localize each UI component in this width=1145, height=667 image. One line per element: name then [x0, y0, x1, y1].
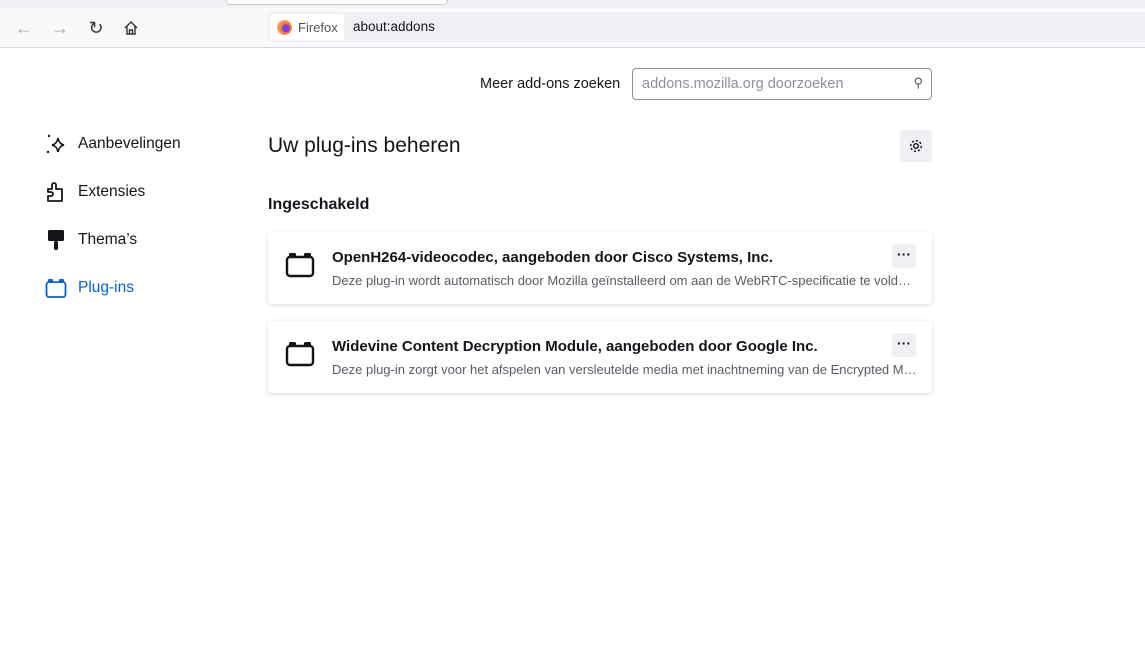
plugin-name[interactable]: OpenH264-videocodec, aangeboden door Cis… [332, 249, 773, 266]
sidebar-item-label: Extensies [78, 183, 146, 200]
plugin-card[interactable]: Widevine Content Decryption Module, aang… [268, 321, 932, 393]
paintbrush-icon [48, 230, 64, 250]
identity-box[interactable]: Firefox [270, 14, 344, 40]
firefox-logo-icon [277, 19, 292, 35]
plugin-icon [45, 279, 67, 298]
addons-search-input[interactable]: addons.mozilla.org doorzoeken ⚲ [632, 68, 932, 100]
back-icon[interactable]: ← [13, 17, 35, 39]
more-options-button[interactable]: ··· [892, 333, 916, 357]
identity-label: Firefox [298, 19, 338, 35]
sidebar-item-recommendations[interactable]: Aanbevelingen [45, 133, 181, 155]
sparkle-icon [46, 134, 65, 154]
tab-strip [0, 0, 1145, 8]
search-icon: ⚲ [913, 75, 923, 90]
sidebar-item-plugins[interactable]: Plug-ins [45, 277, 134, 299]
plugin-name[interactable]: Widevine Content Decryption Module, aang… [332, 338, 818, 355]
sidebar-item-label: Plug-ins [78, 279, 134, 296]
reload-icon[interactable]: ↻ [85, 17, 107, 39]
sidebar-item-themes[interactable]: Thema’s [45, 229, 137, 251]
puzzle-icon [47, 182, 63, 202]
plugin-icon [285, 342, 315, 367]
sidebar-item-extensions[interactable]: Extensies [45, 181, 145, 203]
plugin-description: Deze plug-in wordt automatisch door Mozi… [332, 273, 917, 288]
home-icon[interactable] [120, 17, 142, 39]
plugin-description: Deze plug-in zorgt voor het afspelen van… [332, 362, 917, 377]
page-title: Uw plug-ins beheren [268, 134, 461, 157]
gear-icon [909, 139, 923, 153]
nav-toolbar: ← → ↻ Firefox about:addons [0, 8, 1145, 48]
section-heading-enabled: Ingeschakeld [268, 196, 370, 213]
active-tab[interactable] [226, 0, 448, 5]
forward-icon[interactable]: → [49, 17, 71, 39]
plugin-card[interactable]: OpenH264-videocodec, aangeboden door Cis… [268, 232, 932, 304]
sidebar-item-label: Aanbevelingen [78, 135, 181, 152]
url-text[interactable]: about:addons [353, 19, 435, 34]
search-placeholder: addons.mozilla.org doorzoeken [642, 76, 844, 92]
url-bar[interactable]: Firefox about:addons [268, 12, 1145, 42]
settings-button[interactable] [900, 130, 932, 162]
more-options-button[interactable]: ··· [892, 244, 916, 268]
plugin-icon [285, 253, 315, 278]
search-label: Meer add-ons zoeken [480, 76, 621, 92]
sidebar-item-label: Thema’s [78, 231, 138, 248]
